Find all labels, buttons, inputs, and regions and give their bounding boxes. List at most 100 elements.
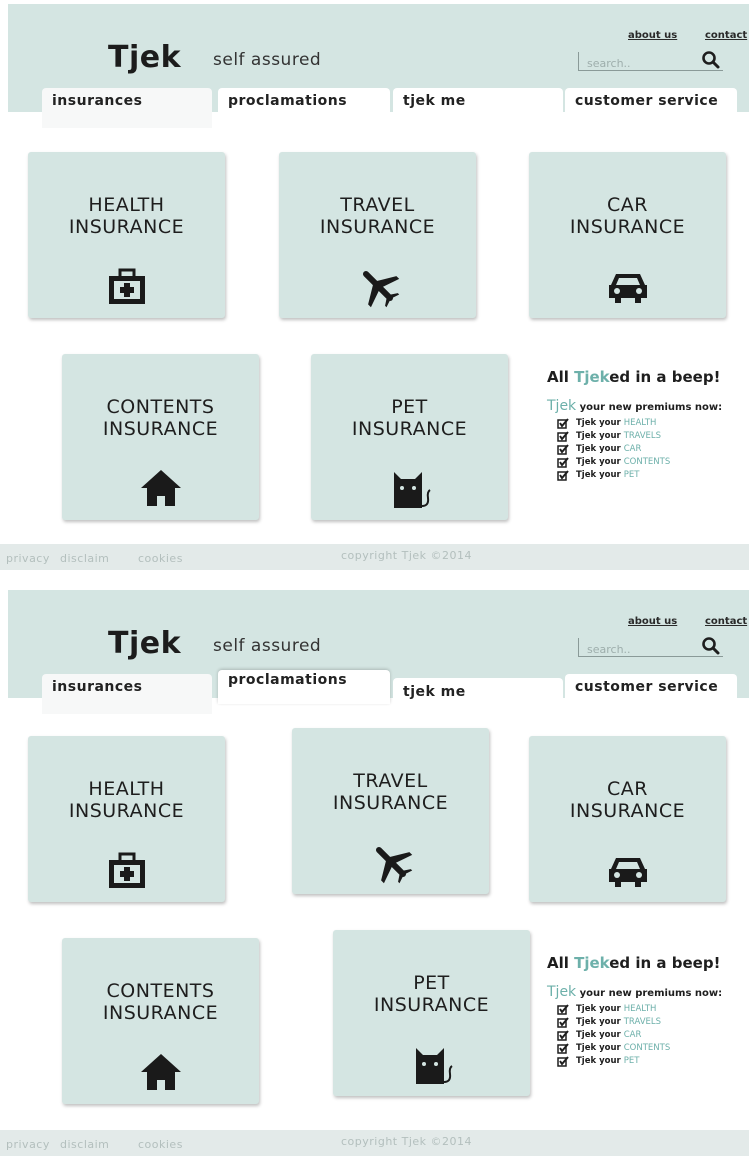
page-frame-1: Tjek self assured about us contact insur… [0,4,749,570]
tab-label: customer service [575,93,719,109]
card-title: PET [391,396,428,418]
checklist-item[interactable]: Tjek your CONTENTS [557,456,749,469]
checkbox-icon [557,1030,569,1041]
checkbox-icon [557,1004,569,1015]
pet-insurance-card[interactable]: PET INSURANCE [311,354,508,520]
card-subtitle: INSURANCE [351,418,468,440]
disclaim-link[interactable]: disclaim [60,1138,109,1151]
checklist-item[interactable]: Tjek your TRAVELS [557,430,749,443]
search-icon[interactable] [701,50,721,70]
promo-subtitle: Tjek your new premiums now: [547,984,723,1000]
checkbox-icon [557,1017,569,1028]
card-title: CONTENTS [106,980,215,1002]
site-footer: privacy disclaim cookies copyright Tjek … [0,544,749,570]
logo[interactable]: Tjek [108,626,181,661]
checkbox-icon [557,431,569,442]
house-icon [140,1054,181,1090]
card-subtitle: INSURANCE [102,1002,219,1024]
car-insurance-card[interactable]: CAR INSURANCE [529,152,726,318]
health-insurance-card[interactable]: HEALTH INSURANCE [28,152,225,318]
search-input[interactable] [579,641,697,658]
about-us-link[interactable]: about us [628,30,677,41]
site-header: Tjek self assured about us contact insur… [8,590,749,714]
checkbox-icon [557,1043,569,1054]
cat-icon [393,472,431,508]
tagline: self assured [213,636,322,656]
search-box [578,636,723,658]
search-input[interactable] [579,55,697,72]
disclaim-link[interactable]: disclaim [60,552,109,565]
house-icon [140,470,181,506]
checkbox-icon [557,470,569,481]
tab-label: insurances [52,93,143,109]
airplane-icon [362,270,399,308]
about-us-link[interactable]: about us [628,616,677,627]
card-subtitle: INSURANCE [332,792,449,814]
checkbox-icon [557,1056,569,1067]
tab-proclamations[interactable]: proclamations [218,88,390,118]
card-title: CONTENTS [106,396,215,418]
checklist-item[interactable]: Tjek your CONTENTS [557,1042,749,1055]
checklist-item[interactable]: Tjek your HEALTH [557,1003,749,1016]
tab-label: proclamations [228,672,348,688]
card-subtitle: INSURANCE [102,418,219,440]
tab-proclamations[interactable]: proclamations [218,670,390,704]
logo[interactable]: Tjek [108,40,181,75]
checklist-item[interactable]: Tjek your CAR [557,443,749,456]
card-title: HEALTH [88,194,165,216]
promo-checklist: Tjek your HEALTH Tjek your TRAVELS Tjek yo… [557,1003,749,1068]
travel-insurance-card[interactable]: TRAVEL INSURANCE [279,152,476,318]
promo-checklist: Tjek your HEALTH Tjek your TRAVELS Tjek yo… [557,417,749,482]
card-subtitle: INSURANCE [68,216,185,238]
checklist-item[interactable]: Tjek your PET [557,1055,749,1068]
car-insurance-card[interactable]: CAR INSURANCE [529,736,726,902]
search-icon[interactable] [701,636,721,656]
checkbox-icon [557,457,569,468]
tab-insurances[interactable]: insurances [42,88,212,128]
contact-link[interactable]: contact [705,30,747,41]
tab-tjek-me[interactable]: tjek me [393,88,563,118]
privacy-link[interactable]: privacy [6,552,50,565]
card-title: PET [413,972,450,994]
checkbox-icon [557,418,569,429]
site-footer: privacy disclaim cookies copyright Tjek … [0,1130,749,1156]
tab-label: insurances [52,679,143,695]
tab-label: tjek me [403,684,466,700]
tab-insurances[interactable]: insurances [42,674,212,714]
checkbox-icon [557,444,569,455]
tab-label: customer service [575,679,719,695]
card-title: CAR [607,194,648,216]
contents-insurance-card[interactable]: CONTENTS INSURANCE [62,938,259,1104]
car-icon [608,858,647,887]
checklist-item[interactable]: Tjek your TRAVELS [557,1016,749,1029]
cat-icon [415,1048,453,1084]
medical-kit-icon [108,268,145,304]
contents-insurance-card[interactable]: CONTENTS INSURANCE [62,354,259,520]
promo-title: All Tjeked in a beep! [547,368,721,386]
promo-subtitle: Tjek your new premiums now: [547,398,723,414]
checklist-item[interactable]: Tjek your CAR [557,1029,749,1042]
travel-insurance-card[interactable]: TRAVEL INSURANCE [292,728,489,894]
privacy-link[interactable]: privacy [6,1138,50,1151]
search-box [578,50,723,72]
card-title: TRAVEL [353,770,428,792]
checklist-item[interactable]: Tjek your PET [557,469,749,482]
card-subtitle: INSURANCE [373,994,490,1016]
tab-customer-service[interactable]: customer service [565,88,737,118]
card-subtitle: INSURANCE [569,216,686,238]
pet-insurance-card[interactable]: PET INSURANCE [333,930,530,1096]
tab-label: tjek me [403,93,466,109]
card-title: CAR [607,778,648,800]
contact-link[interactable]: contact [705,616,747,627]
site-header: Tjek self assured about us contact insur… [8,4,749,128]
cookies-link[interactable]: cookies [138,552,183,565]
checklist-item[interactable]: Tjek your HEALTH [557,417,749,430]
promo-panel: All Tjeked in a beep! Tjek your new prem… [547,954,749,1068]
tab-tjek-me[interactable]: tjek me [393,678,563,708]
card-subtitle: INSURANCE [68,800,185,822]
cookies-link[interactable]: cookies [138,1138,183,1151]
copyright-text: copyright Tjek ©2014 [341,1135,473,1148]
tab-label: proclamations [228,93,348,109]
health-insurance-card[interactable]: HEALTH INSURANCE [28,736,225,902]
tab-customer-service[interactable]: customer service [565,674,737,704]
